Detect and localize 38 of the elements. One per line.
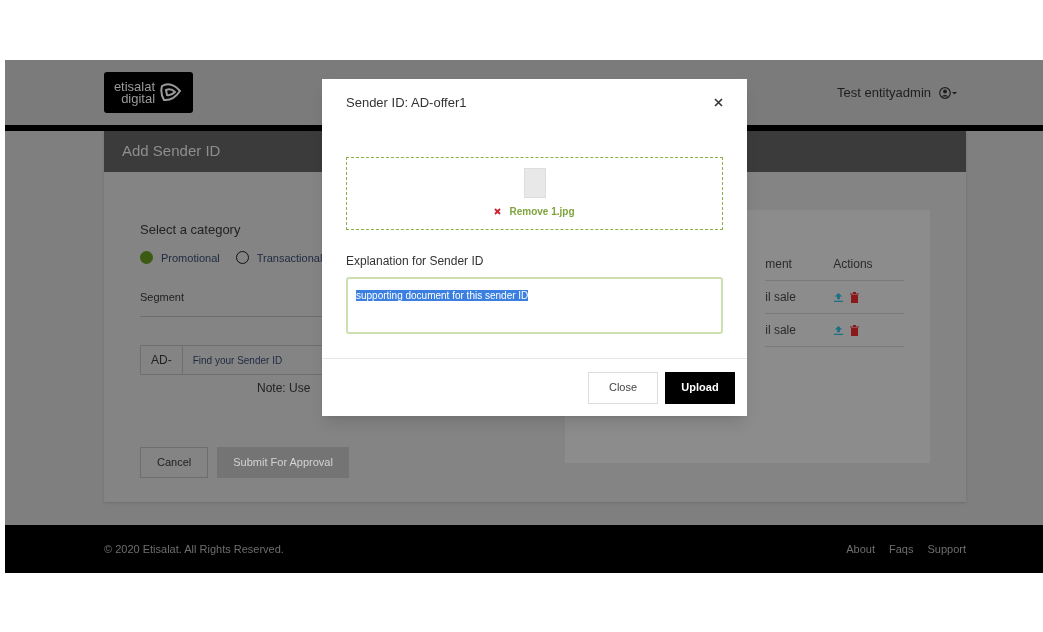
column-header: Actions [833, 256, 874, 273]
file-thumbnail [523, 167, 546, 198]
segment-label: Segment [140, 291, 185, 303]
copyright-text: © 2020 Etisalat. All Rights Reserved. [104, 541, 284, 557]
column-header: ment [765, 256, 793, 273]
close-button[interactable]: Close [588, 371, 658, 404]
remove-icon[interactable] [494, 207, 502, 215]
upload-icon[interactable] [833, 324, 845, 336]
table-cell-text: il sale [765, 322, 797, 339]
remove-link[interactable]: Remove 1.jpg [509, 203, 575, 219]
section-label: Select a category [140, 221, 242, 239]
logo-text: etisalat [113, 80, 156, 93]
prefix-label: AD- [140, 345, 183, 375]
footer-link[interactable]: Faqs [889, 540, 914, 558]
footer-link[interactable]: About [846, 540, 875, 558]
logo-icon [159, 82, 184, 103]
radio-label[interactable]: Promotional [161, 249, 220, 266]
explanation-text: supporting document for this sender ID [356, 289, 529, 301]
user-menu-icon[interactable] [939, 86, 959, 99]
footer-link[interactable]: Support [927, 540, 966, 558]
upload-button[interactable]: Upload [665, 371, 735, 404]
radio-button[interactable] [140, 251, 153, 265]
logo[interactable]: etisalat digital [104, 72, 193, 113]
table-cell-text: il sale [765, 289, 797, 306]
field-label: Explanation for Sender ID [346, 252, 485, 270]
upload-dropzone[interactable]: Remove 1.jpg [346, 156, 723, 230]
card-title: Add Sender ID [122, 141, 221, 162]
radio-label[interactable]: Transactional [256, 249, 323, 266]
modal-title: Sender ID: AD-offer1 [346, 94, 467, 112]
upload-icon[interactable] [833, 291, 845, 303]
explanation-field[interactable]: supporting document for this sender ID [346, 276, 723, 334]
note-text: Note: Use [257, 380, 312, 397]
logo-text: digital [121, 92, 156, 105]
close-icon[interactable] [714, 98, 723, 108]
user-name[interactable]: Test entityadmin [837, 82, 931, 103]
trash-icon[interactable] [850, 291, 860, 303]
trash-icon[interactable] [850, 324, 860, 336]
cancel-button[interactable]: Cancel [140, 447, 209, 478]
